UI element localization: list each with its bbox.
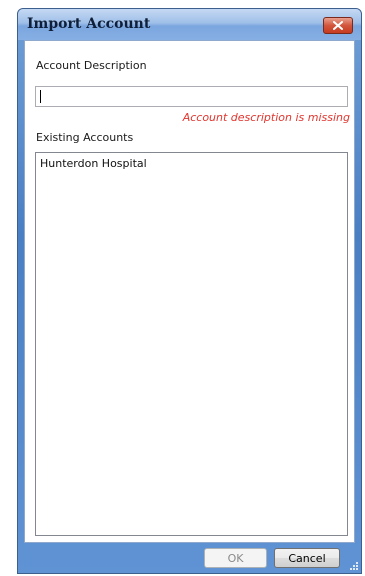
dialog-content: Account Description Account description … [24,40,355,543]
titlebar[interactable]: Import Account [18,9,361,40]
existing-accounts-label: Existing Accounts [36,131,134,144]
account-description-input[interactable] [35,86,348,107]
existing-accounts-list[interactable]: Hunterdon Hospital [35,152,348,536]
text-caret [40,90,41,103]
import-account-dialog: Import Account Account Description Accou… [17,8,362,574]
ok-button[interactable]: OK [204,548,267,568]
close-button[interactable] [323,17,353,34]
account-description-label: Account Description [36,59,147,72]
cancel-button[interactable]: Cancel [274,548,340,568]
window-title: Import Account [27,16,151,32]
validation-error: Account description is missing [182,111,350,124]
list-item[interactable]: Hunterdon Hospital [36,153,347,174]
dialog-footer: OK Cancel [18,543,361,573]
resize-grip-icon[interactable] [349,561,359,571]
close-icon [333,21,343,30]
